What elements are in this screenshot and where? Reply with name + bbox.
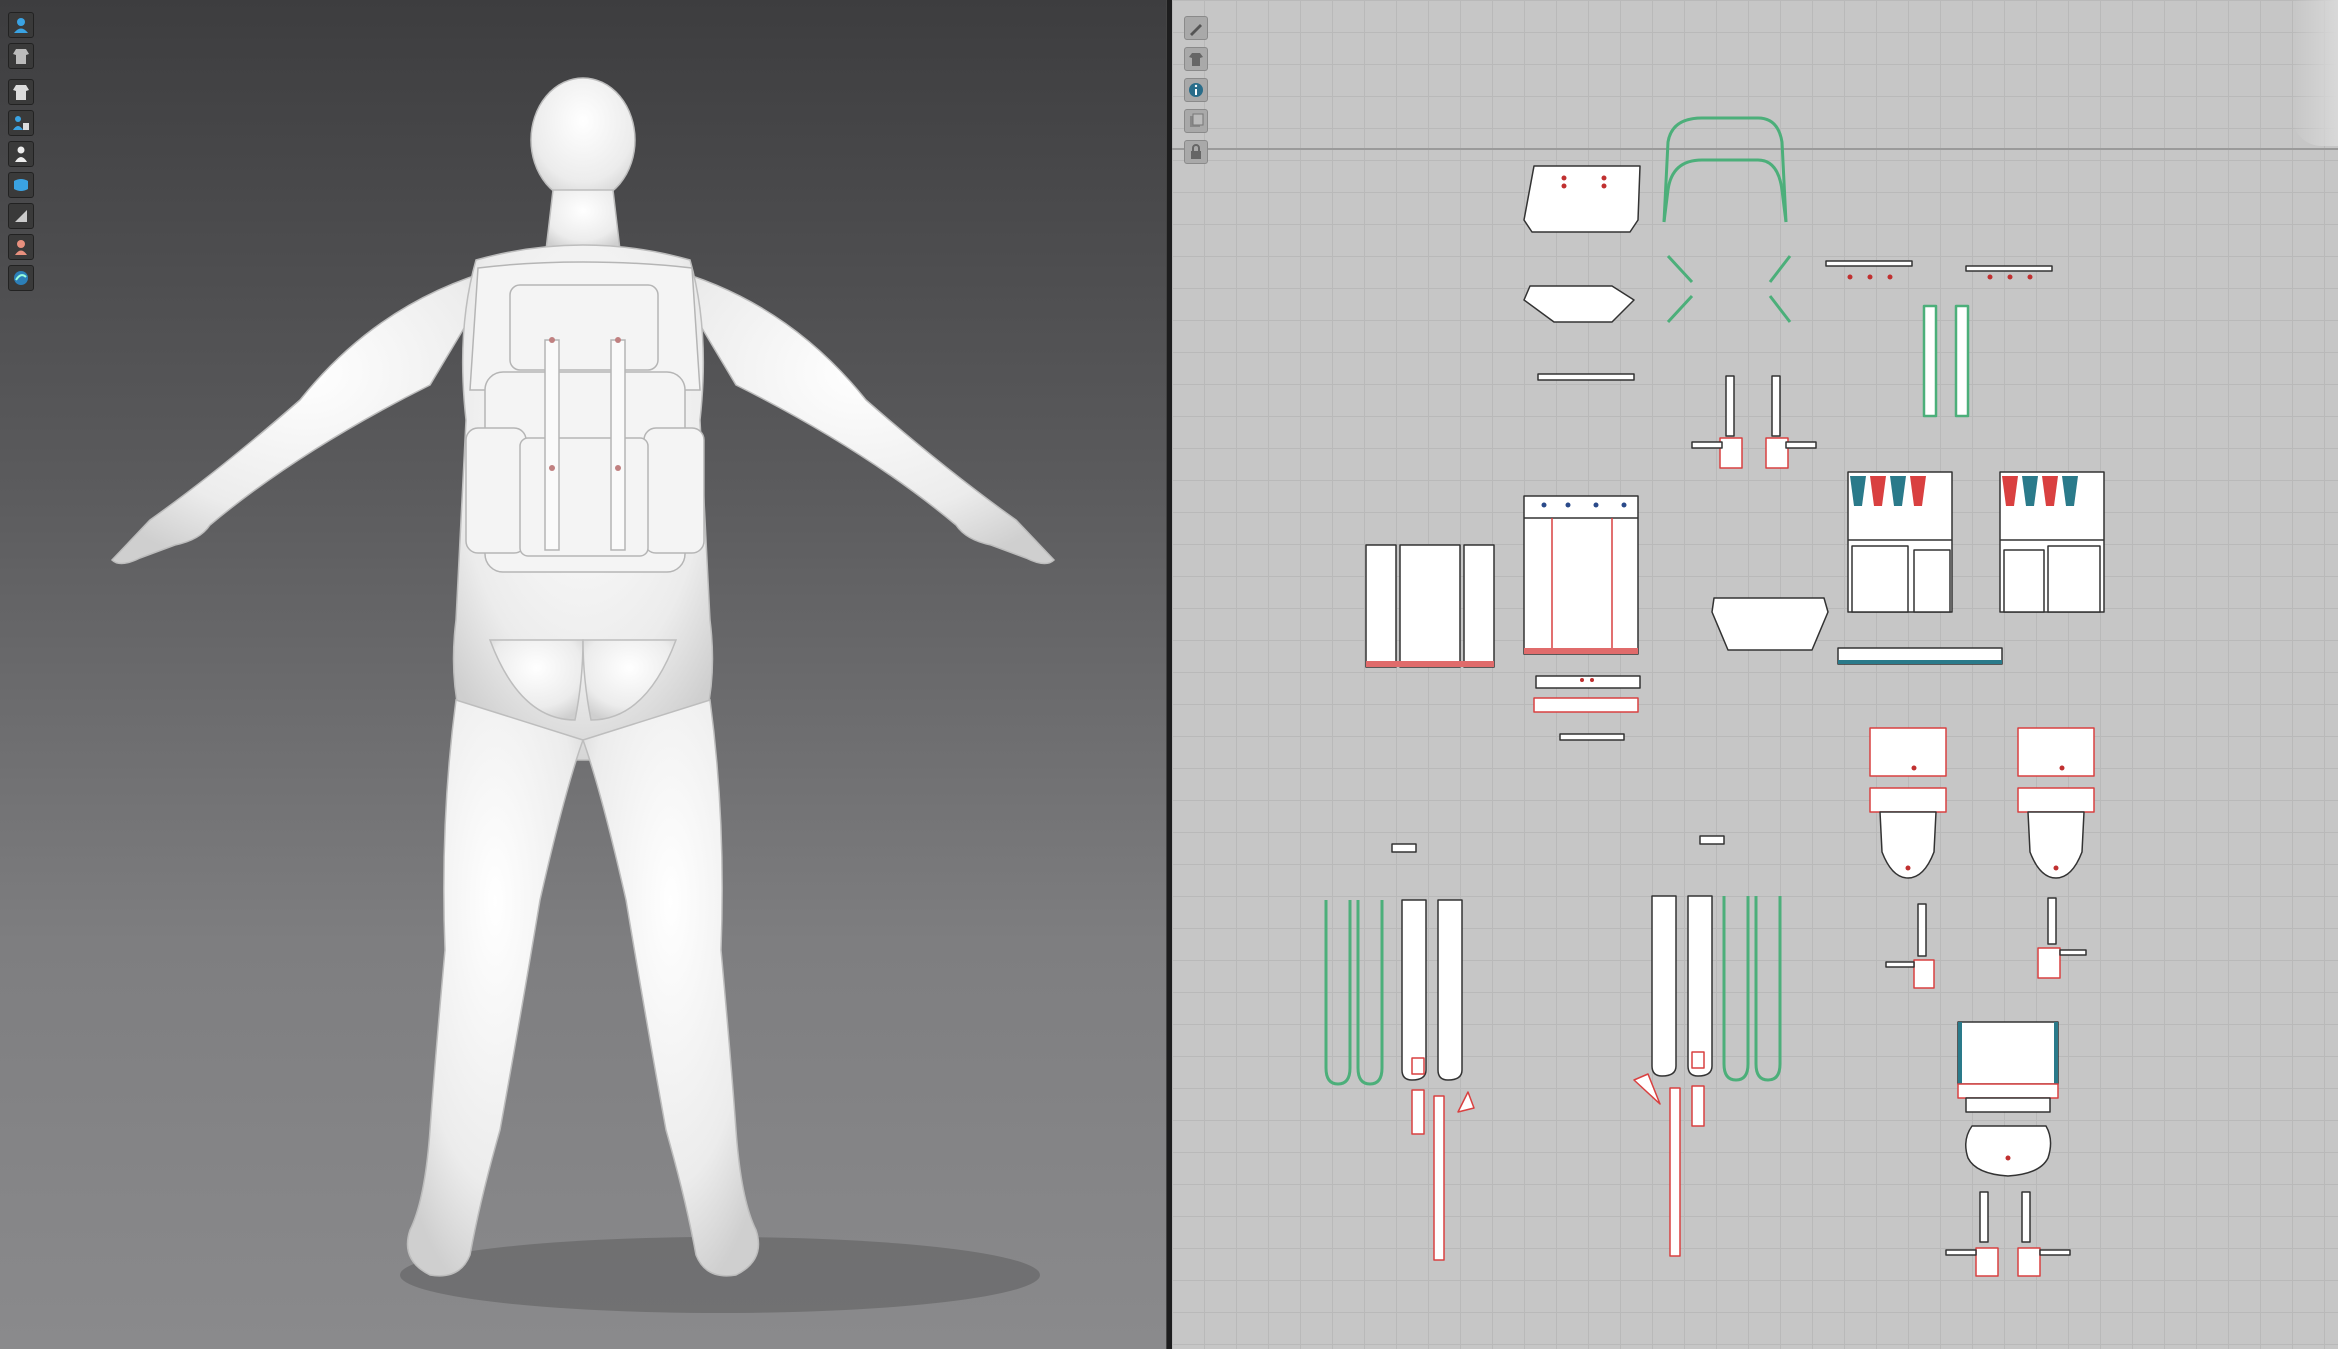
pattern-piece[interactable] <box>1535 675 1641 689</box>
seam-line <box>1524 648 1638 654</box>
pattern-piece[interactable] <box>1917 903 1927 957</box>
pattern-piece[interactable] <box>1722 896 1750 1082</box>
pattern-piece[interactable] <box>1771 375 1781 437</box>
pattern-piece[interactable] <box>1979 1191 1989 1243</box>
pattern-piece[interactable] <box>2037 947 2061 979</box>
pattern-piece[interactable] <box>1666 254 1694 324</box>
avatar-body <box>110 77 1056 1277</box>
pattern-piece[interactable] <box>1433 1095 1445 1261</box>
notch-markers <box>1561 175 2065 1161</box>
pattern-piece[interactable] <box>2021 1191 2031 1243</box>
pattern-piece[interactable] <box>1324 900 1352 1086</box>
pattern-piece[interactable] <box>1523 165 1641 233</box>
pattern-piece[interactable] <box>1537 373 1635 381</box>
pattern-piece[interactable] <box>1669 1087 1681 1257</box>
pattern-piece[interactable] <box>1825 260 1913 267</box>
pattern-piece[interactable] <box>1957 1083 2059 1099</box>
pattern-piece[interactable] <box>1965 1097 2051 1113</box>
pattern-piece[interactable] <box>1356 900 1384 1086</box>
pattern-piece[interactable] <box>1633 1073 1661 1105</box>
pattern-piece[interactable] <box>1869 727 1947 777</box>
pattern-piece[interactable] <box>1411 1057 1425 1075</box>
pattern-piece[interactable] <box>1662 116 1788 223</box>
seam-line <box>1958 1022 1962 1084</box>
pattern-piece[interactable] <box>1965 265 2053 272</box>
pattern-piece[interactable] <box>2059 949 2087 956</box>
viewport-3d[interactable] <box>0 0 1166 1349</box>
pattern-piece[interactable] <box>1954 304 1970 418</box>
pattern-piece[interactable] <box>1559 733 1625 741</box>
pattern-piece[interactable] <box>2017 787 2095 813</box>
pattern-piece[interactable] <box>2017 727 2095 777</box>
pattern-piece[interactable] <box>1768 255 1792 323</box>
pattern-piece[interactable] <box>1765 437 1789 469</box>
pattern-piece[interactable] <box>1945 1249 1977 1256</box>
pattern-piece[interactable] <box>1662 158 1788 223</box>
pattern-piece[interactable] <box>1699 835 1725 845</box>
pattern-piece[interactable] <box>1975 1247 1999 1277</box>
pattern-piece[interactable] <box>1869 787 1947 813</box>
pattern-canvas[interactable] <box>1172 0 2338 1349</box>
pattern-piece[interactable] <box>1725 375 1735 437</box>
backpack-3d <box>465 261 705 573</box>
avatar-3d[interactable] <box>0 0 1166 1349</box>
seam-line <box>1366 661 1494 667</box>
pattern-piece[interactable] <box>1719 437 1743 469</box>
pattern-piece[interactable] <box>1391 843 1417 853</box>
pattern-piece[interactable] <box>1411 1089 1425 1135</box>
pattern-piece[interactable] <box>1691 1085 1705 1127</box>
pattern-piece[interactable] <box>1399 544 1461 668</box>
pattern-piece[interactable] <box>1691 441 1723 449</box>
pattern-piece[interactable] <box>1922 304 1938 418</box>
pattern-piece[interactable] <box>1533 697 1639 713</box>
pattern-piece[interactable] <box>1965 1125 2052 1177</box>
pattern-piece[interactable] <box>1754 896 1782 1082</box>
pattern-piece[interactable] <box>1691 1051 1705 1069</box>
pattern-piece[interactable] <box>1437 899 1463 1081</box>
pattern-piece[interactable] <box>2017 1247 2041 1277</box>
pattern-piece[interactable] <box>1785 441 1817 449</box>
pattern-piece[interactable] <box>1957 1021 2059 1085</box>
viewport-2d[interactable] <box>1172 0 2338 1349</box>
pattern-piece[interactable] <box>1913 959 1935 989</box>
pattern-piece[interactable] <box>2047 897 2057 945</box>
pattern-piece[interactable] <box>1711 597 1829 651</box>
seam-line <box>1838 660 2002 664</box>
pattern-piece[interactable] <box>1885 961 1915 968</box>
pattern-piece[interactable] <box>1457 1091 1475 1113</box>
pattern-piece[interactable] <box>1523 285 1635 323</box>
pattern-piece[interactable] <box>1651 895 1677 1077</box>
pattern-piece[interactable] <box>2039 1249 2071 1256</box>
seam-line <box>2054 1022 2058 1084</box>
pattern-piece[interactable] <box>1523 495 1639 655</box>
pattern-piece[interactable] <box>1365 544 1397 668</box>
pattern-piece[interactable] <box>1401 899 1427 1081</box>
pattern-piece[interactable] <box>1687 895 1713 1077</box>
pattern-piece[interactable] <box>1463 544 1495 668</box>
